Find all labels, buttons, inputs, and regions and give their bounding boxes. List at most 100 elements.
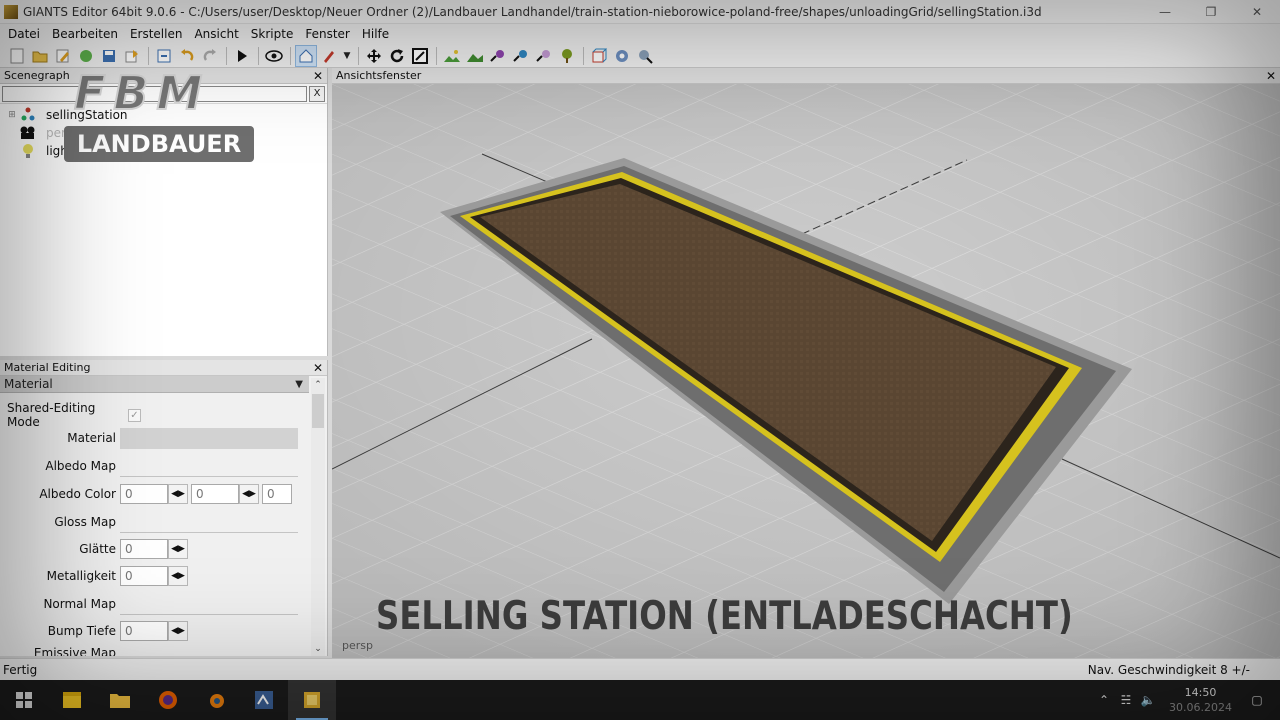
move-tool-icon[interactable] bbox=[363, 45, 385, 67]
terrain-sculpt-icon[interactable] bbox=[464, 45, 486, 67]
clear-filter-button[interactable]: X bbox=[309, 85, 325, 102]
clock[interactable]: 14:50 30.06.2024 bbox=[1169, 685, 1232, 715]
viewport-title: Ansichtsfenster bbox=[336, 69, 422, 82]
settings-gear-icon[interactable] bbox=[611, 45, 633, 67]
paint-tool-icon[interactable] bbox=[318, 45, 340, 67]
metallic-input[interactable]: 0 bbox=[120, 566, 168, 586]
terrain-paint-icon[interactable] bbox=[441, 45, 463, 67]
refresh-icon[interactable] bbox=[75, 45, 97, 67]
viewport-scene bbox=[332, 84, 1280, 658]
redo-icon[interactable] bbox=[199, 45, 221, 67]
albedo-color-r-input[interactable]: 0 bbox=[120, 484, 168, 504]
albedo-color-g-spinner[interactable]: ◀▶ bbox=[239, 484, 259, 504]
export-icon[interactable] bbox=[121, 45, 143, 67]
albedo-color-b-input[interactable]: 0 bbox=[262, 484, 292, 504]
selling-station-caption: SELLING STATION (ENTLADESCHACHT) bbox=[376, 594, 1073, 639]
start-button[interactable] bbox=[0, 680, 48, 720]
viewport-3d-canvas[interactable]: persp bbox=[332, 84, 1280, 658]
rotate-tool-icon[interactable] bbox=[386, 45, 408, 67]
menu-hilfe[interactable]: Hilfe bbox=[356, 27, 395, 41]
material-field[interactable] bbox=[120, 427, 298, 449]
restore-button[interactable]: ❐ bbox=[1188, 0, 1234, 24]
emissive-row: Emissive Map bbox=[0, 646, 310, 656]
bump-input[interactable]: 0 bbox=[120, 621, 168, 641]
metallic-label: Metalligkeit bbox=[46, 569, 116, 583]
undo-icon[interactable] bbox=[176, 45, 198, 67]
scrollbar-thumb[interactable] bbox=[312, 394, 324, 428]
metallic-spinner[interactable]: ◀▶ bbox=[168, 566, 188, 586]
menu-fenster[interactable]: Fenster bbox=[299, 27, 356, 41]
material-scrollbar[interactable]: ⌃ ⌄ bbox=[311, 378, 325, 656]
giants-editor-app-icon bbox=[4, 4, 18, 19]
clock-time: 14:50 bbox=[1184, 686, 1217, 699]
texture-paint-icon[interactable] bbox=[510, 45, 532, 67]
file-explorer-taskbar-icon[interactable] bbox=[96, 680, 144, 720]
glaette-label: Glätte bbox=[79, 542, 116, 556]
save-icon[interactable] bbox=[98, 45, 120, 67]
open-folder-icon[interactable] bbox=[29, 45, 51, 67]
menu-skripte[interactable]: Skripte bbox=[245, 27, 300, 41]
firefox-taskbar-icon[interactable] bbox=[144, 680, 192, 720]
albedo-map-field[interactable] bbox=[120, 455, 298, 477]
bump-spinner[interactable]: ◀▶ bbox=[168, 621, 188, 641]
speaker-icon[interactable]: 🔈 bbox=[1137, 693, 1159, 707]
emissive-label: Emissive Map bbox=[33, 646, 116, 656]
glaette-input[interactable]: 0 bbox=[120, 539, 168, 559]
scale-tool-icon[interactable] bbox=[409, 45, 431, 67]
toolbar-separator bbox=[290, 46, 291, 65]
toolbar-separator bbox=[436, 46, 437, 65]
visibility-eye-icon[interactable] bbox=[263, 45, 285, 67]
close-viewport-icon[interactable]: ✕ bbox=[1266, 70, 1276, 82]
status-bar: Fertig Nav. Geschwindigkeit 8 +/- bbox=[0, 658, 1280, 680]
toolbar-separator bbox=[226, 46, 227, 65]
material-section-header[interactable]: Material ▼ bbox=[0, 376, 309, 393]
window-titlebar: GIANTS Editor 64bit 9.0.6 - C:/Users/use… bbox=[0, 0, 1280, 24]
main-toolbar: ▼ bbox=[0, 44, 1280, 68]
close-material-editing-icon[interactable]: ✕ bbox=[313, 362, 323, 374]
new-file-icon[interactable] bbox=[6, 45, 28, 67]
menu-erstellen[interactable]: Erstellen bbox=[124, 27, 189, 41]
albedo-color-row: Albedo Color 0 ◀▶ 0 ◀▶ 0 bbox=[0, 483, 310, 505]
shared-editing-label: Shared-Editing Mode bbox=[7, 401, 96, 429]
light-bulb-icon bbox=[18, 143, 38, 159]
collapse-triangle-icon[interactable]: ▼ bbox=[295, 379, 303, 390]
import-icon[interactable] bbox=[153, 45, 175, 67]
normal-map-field[interactable] bbox=[120, 593, 298, 615]
albedo-color-r-spinner[interactable]: ◀▶ bbox=[168, 484, 188, 504]
expand-plus-icon[interactable]: ⊞ bbox=[6, 110, 18, 120]
close-window-button[interactable]: ✕ bbox=[1234, 0, 1280, 24]
albedo-color-g-input[interactable]: 0 bbox=[191, 484, 239, 504]
menu-datei[interactable]: Datei bbox=[2, 27, 46, 41]
play-icon[interactable] bbox=[231, 45, 253, 67]
active-app-taskbar-icon[interactable] bbox=[288, 680, 336, 720]
toolbar-separator bbox=[583, 46, 584, 65]
scroll-up-icon[interactable]: ⌃ bbox=[311, 378, 325, 392]
foliage-paint-icon[interactable] bbox=[487, 45, 509, 67]
emissive-field[interactable] bbox=[120, 646, 298, 656]
minimize-button[interactable]: — bbox=[1142, 0, 1188, 24]
shared-editing-checkbox[interactable]: ✓ bbox=[128, 408, 141, 422]
wifi-icon[interactable]: ☵ bbox=[1115, 693, 1137, 707]
cube-object-icon[interactable] bbox=[588, 45, 610, 67]
notification-icon[interactable]: ▢ bbox=[1246, 693, 1268, 707]
bump-label: Bump Tiefe bbox=[47, 624, 116, 638]
windows-taskbar: ⌃ ☵ 🔈 14:50 30.06.2024 ▢ bbox=[0, 680, 1280, 720]
albedo-color-label: Albedo Color bbox=[39, 487, 116, 501]
menu-ansicht[interactable]: Ansicht bbox=[188, 27, 244, 41]
decoration-paint-icon[interactable] bbox=[533, 45, 555, 67]
close-scenegraph-icon[interactable]: ✕ bbox=[313, 70, 323, 82]
menu-bearbeiten[interactable]: Bearbeiten bbox=[46, 27, 124, 41]
select-home-icon[interactable] bbox=[295, 44, 317, 67]
dropdown-arrow-icon[interactable]: ▼ bbox=[341, 45, 353, 67]
gloss-map-field[interactable] bbox=[120, 511, 298, 533]
scroll-down-icon[interactable]: ⌄ bbox=[311, 642, 325, 656]
inspect-gear-icon[interactable] bbox=[634, 45, 656, 67]
glaette-spinner[interactable]: ◀▶ bbox=[168, 539, 188, 559]
blender-taskbar-icon[interactable] bbox=[192, 680, 240, 720]
sticky-notes-taskbar-icon[interactable] bbox=[48, 680, 96, 720]
edit-file-icon[interactable] bbox=[52, 45, 74, 67]
chevron-up-icon[interactable]: ⌃ bbox=[1093, 693, 1115, 707]
tree-plant-icon[interactable] bbox=[556, 45, 578, 67]
giants-editor-taskbar-icon[interactable] bbox=[240, 680, 288, 720]
toolbar-separator bbox=[148, 46, 149, 65]
